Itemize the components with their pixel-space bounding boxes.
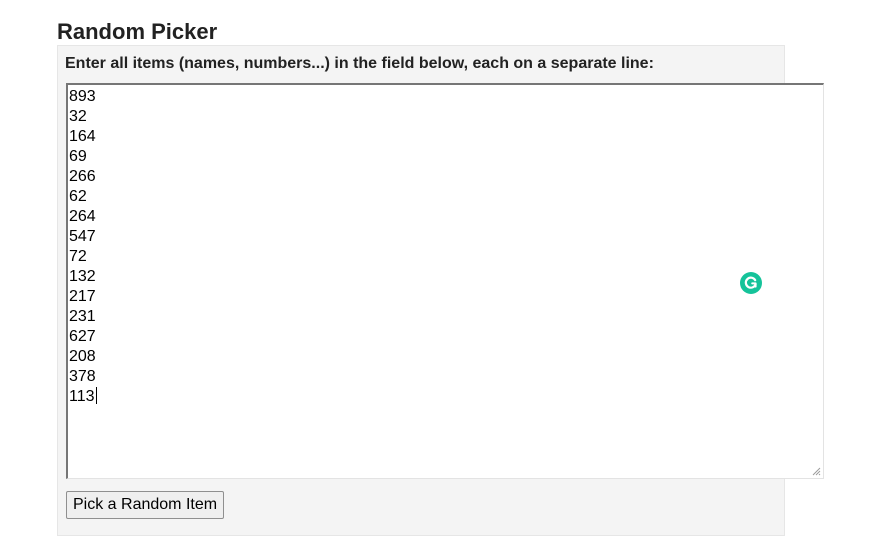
picker-panel: Enter all items (names, numbers...) in t…	[57, 45, 824, 536]
item-line: 164	[69, 128, 96, 145]
pick-random-item-button[interactable]: Pick a Random Item	[66, 491, 225, 519]
item-line: 62	[69, 188, 87, 205]
item-line: 264	[69, 208, 96, 225]
item-line: 69	[69, 148, 87, 165]
item-line: 231	[69, 308, 96, 325]
item-line: 32	[69, 108, 87, 125]
item-line: 208	[69, 348, 96, 365]
item-line: 72	[69, 248, 87, 265]
text-caret	[95, 387, 97, 404]
item-line-text: 113	[69, 388, 95, 405]
item-line: 378	[69, 368, 96, 385]
item-line: 893	[69, 88, 96, 105]
instructions-label: Enter all items (names, numbers...) in t…	[65, 55, 654, 72]
item-line: 132	[69, 268, 96, 285]
grammarly-icon[interactable]	[740, 272, 762, 294]
items-textarea[interactable]: 893 32 164 69 266 62 264 547 72 132 217 …	[66, 83, 824, 479]
item-line: 547	[69, 228, 96, 245]
item-line-last: 113	[69, 387, 823, 407]
resize-grip-icon[interactable]	[812, 467, 821, 476]
page: Random Picker Enter all items (names, nu…	[0, 0, 880, 544]
item-line: 627	[69, 328, 96, 345]
item-line: 217	[69, 288, 96, 305]
page-title: Random Picker	[57, 19, 218, 44]
item-line: 266	[69, 168, 96, 185]
